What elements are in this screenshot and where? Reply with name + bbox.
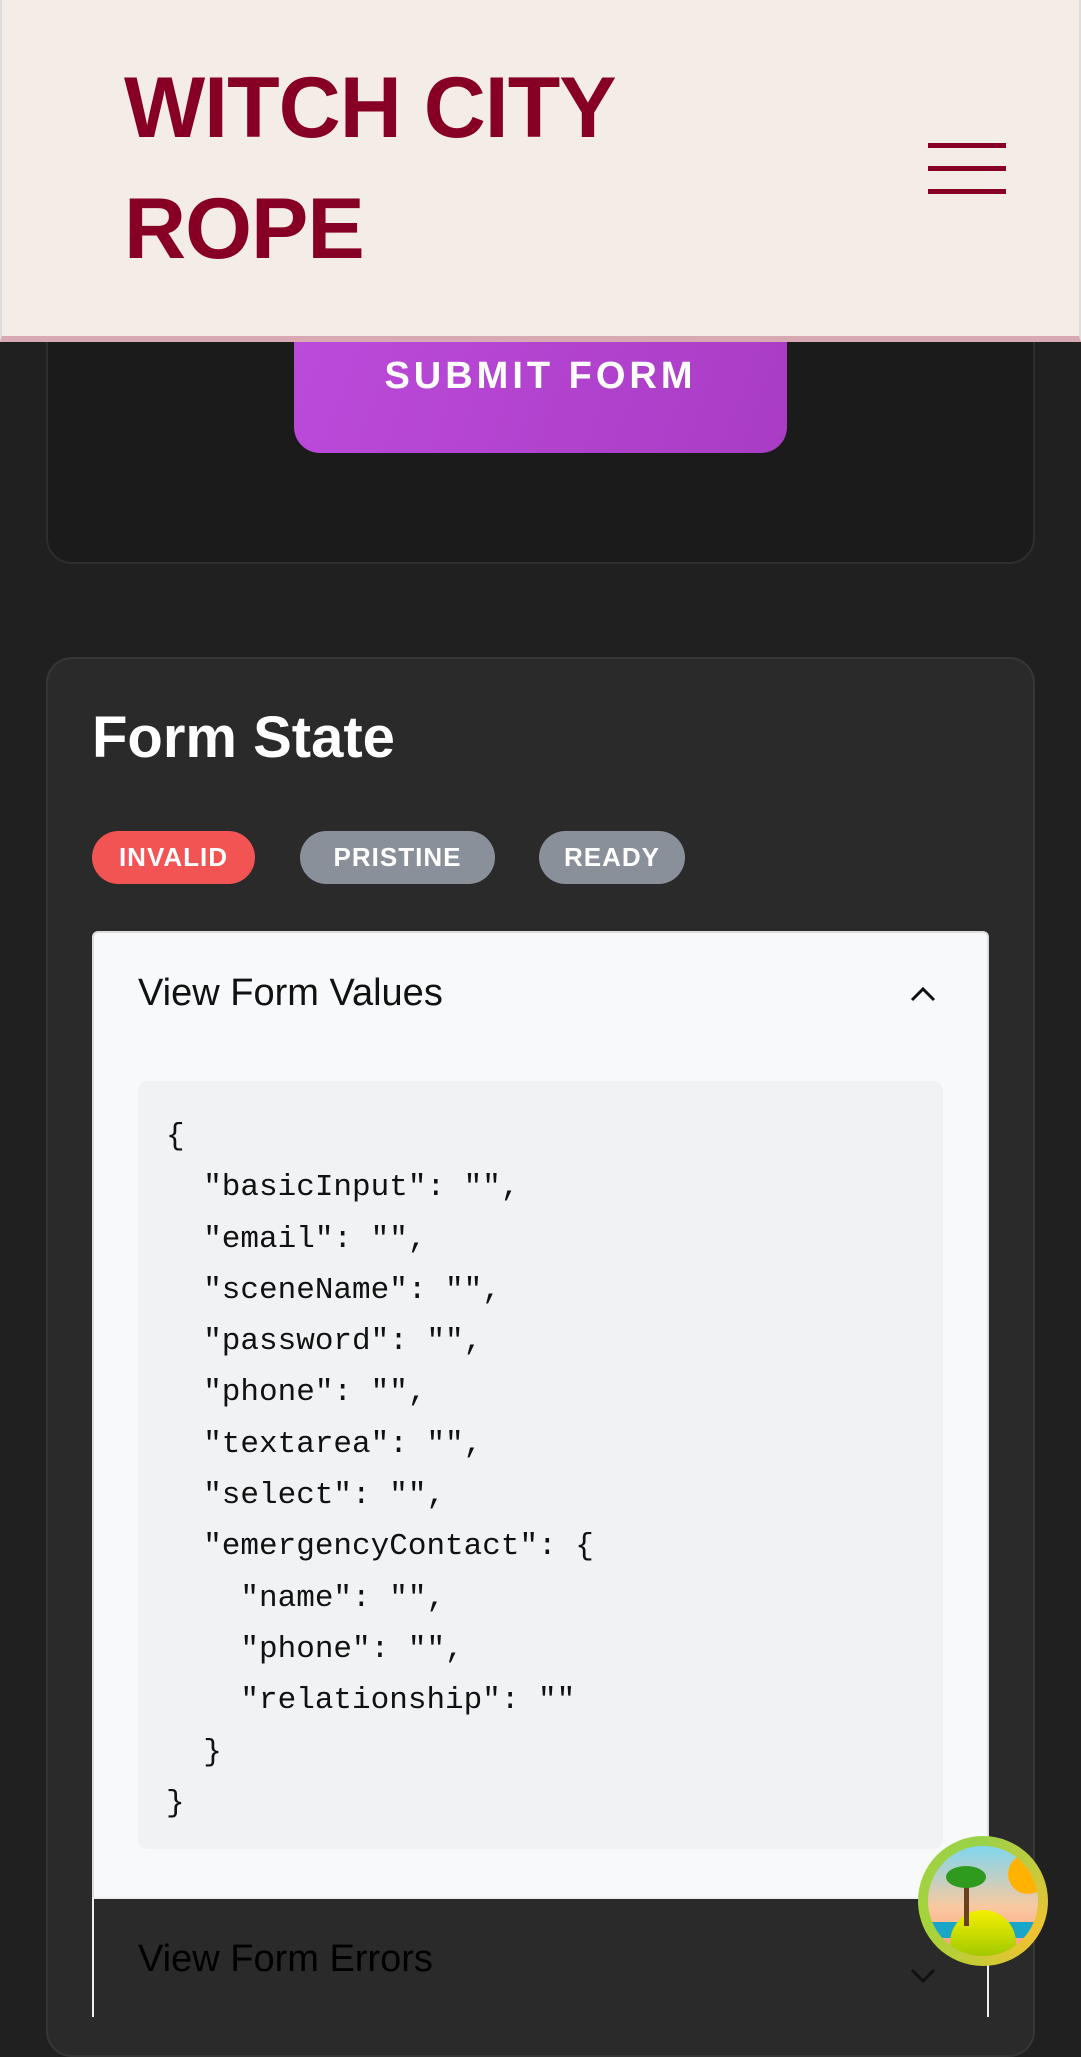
form-values-toggle[interactable]: View Form Values	[138, 972, 443, 1015]
form-errors-toggle[interactable]: View Form Errors	[138, 1938, 433, 1981]
status-badge-ready: READY	[539, 831, 685, 884]
logo-line-1: WITCH CITY	[124, 60, 617, 156]
form-state-title: Form State	[92, 705, 395, 770]
hamburger-menu-icon[interactable]	[928, 143, 1006, 195]
site-header: WITCH CITY ROPE	[0, 0, 1081, 342]
floating-avatar-button[interactable]	[918, 1836, 1048, 1966]
form-values-code: { "basicInput": "", "email": "", "sceneN…	[138, 1081, 943, 1849]
status-badge-invalid: INVALID	[92, 831, 255, 884]
status-badge-pristine: PRISTINE	[300, 831, 495, 884]
chevron-down-icon[interactable]	[908, 1960, 938, 1990]
logo-line-2: ROPE	[124, 181, 365, 277]
site-logo[interactable]: WITCH CITY ROPE	[124, 48, 617, 290]
beach-island-icon	[928, 1846, 1038, 1956]
chevron-up-icon[interactable]	[908, 980, 938, 1010]
